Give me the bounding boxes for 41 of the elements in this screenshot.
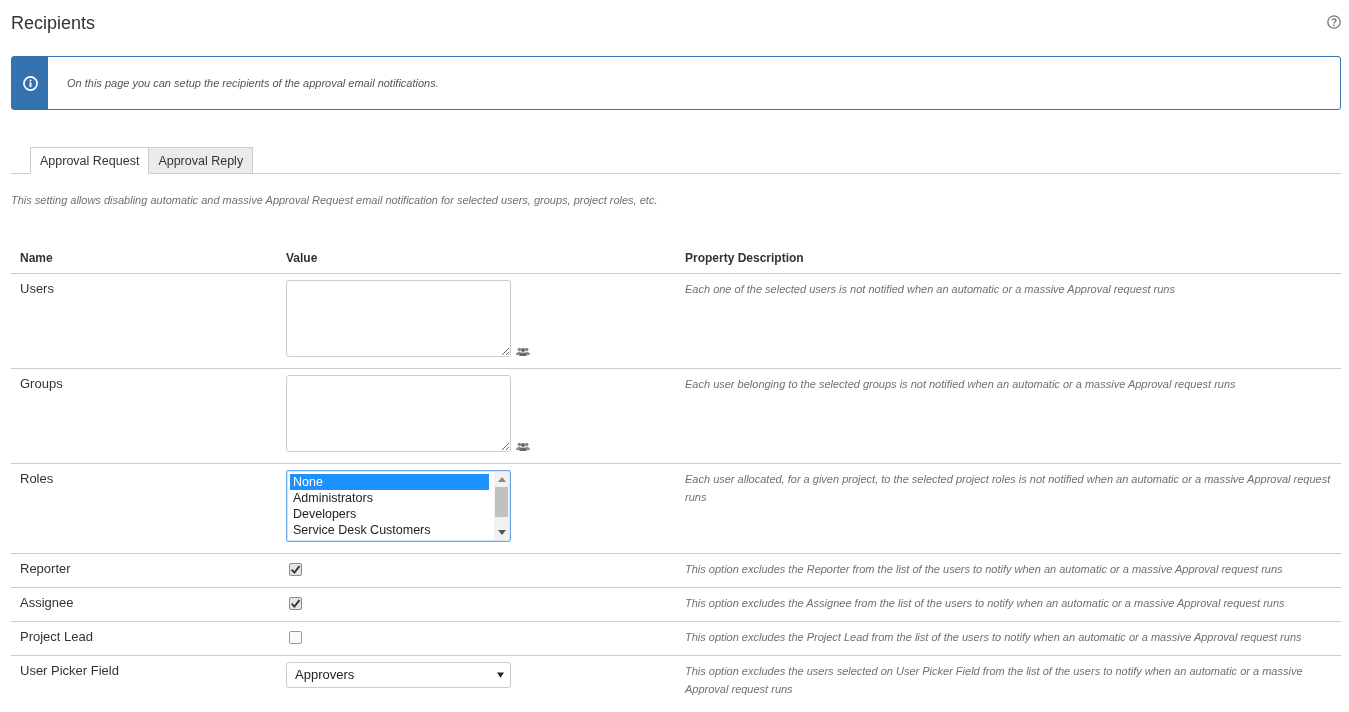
roles-listbox[interactable]: None Administrators Developers Service Desk Customers xyxy=(286,470,511,542)
scroll-up-icon[interactable] xyxy=(497,477,506,482)
row-label: Users xyxy=(20,281,54,296)
users-icon[interactable] xyxy=(516,442,530,451)
scrollbar-thumb[interactable] xyxy=(495,487,508,517)
checkbox[interactable] xyxy=(289,563,302,576)
caret-icon xyxy=(497,672,504,678)
info-message: On this page you can setup the recipients of the approval email notifications. xyxy=(67,77,439,89)
scroll-down-icon[interactable] xyxy=(497,530,506,535)
checkbox[interactable] xyxy=(289,631,302,644)
scrollbar[interactable] xyxy=(494,472,509,540)
tab[interactable]: Approval Request xyxy=(30,147,150,174)
tab-description: This setting allows disabling automatic and massive Approval Request email notification for selected users, groups, project roles, etc. xyxy=(11,194,658,206)
checkbox[interactable] xyxy=(289,597,302,610)
info-icon xyxy=(22,75,38,91)
column-header: Property Description xyxy=(685,251,804,265)
property-description: Each one of the selected users is not notified when an automatic or a massive Approval request runs xyxy=(685,283,1175,295)
property-description: This option excludes the Reporter from the list of the users to notify when an automatic or a massive Approval request runs xyxy=(685,563,1283,575)
tab[interactable]: Approval Reply xyxy=(149,147,254,174)
input-field[interactable] xyxy=(286,375,511,452)
property-description: This option excludes the Project Lead from the list of the users to notify when an automatic or a massive Approval request runs xyxy=(685,631,1302,643)
row-label: Roles xyxy=(20,471,54,486)
property-description: This option excludes the Assignee from the list of the users to notify when an automatic or a massive Approval request runs xyxy=(685,597,1285,609)
input-field[interactable] xyxy=(286,280,511,357)
row-label: Project Lead xyxy=(20,629,93,644)
listbox-option[interactable]: Service Desk Customers xyxy=(290,522,489,538)
users-icon[interactable] xyxy=(516,347,530,356)
column-header: Name xyxy=(20,251,53,265)
property-description: Each user belonging to the selected groups is not notified when an automatic or a massive Approval request runs xyxy=(685,378,1236,390)
page-title: Recipients xyxy=(11,12,96,34)
listbox-option[interactable]: Developers xyxy=(290,506,489,522)
property-description: This option excludes the users selected on User Picker Field from the list of the users to notify when an automatic or a massive Approval request runs xyxy=(685,665,1303,695)
row-label: Reporter xyxy=(20,561,71,576)
property-description: Each user allocated, for a given project, to the selected project roles is not notified when an automatic or a massive Approval request runs xyxy=(685,473,1331,503)
row-label: Groups xyxy=(20,376,63,391)
column-header: Value xyxy=(286,251,318,265)
help-icon[interactable] xyxy=(1327,15,1341,29)
listbox-option[interactable]: Administrators xyxy=(290,490,489,506)
dropdown[interactable]: Approvers xyxy=(286,662,511,688)
row-label: User Picker Field xyxy=(20,663,119,678)
row-label: Assignee xyxy=(20,595,74,610)
